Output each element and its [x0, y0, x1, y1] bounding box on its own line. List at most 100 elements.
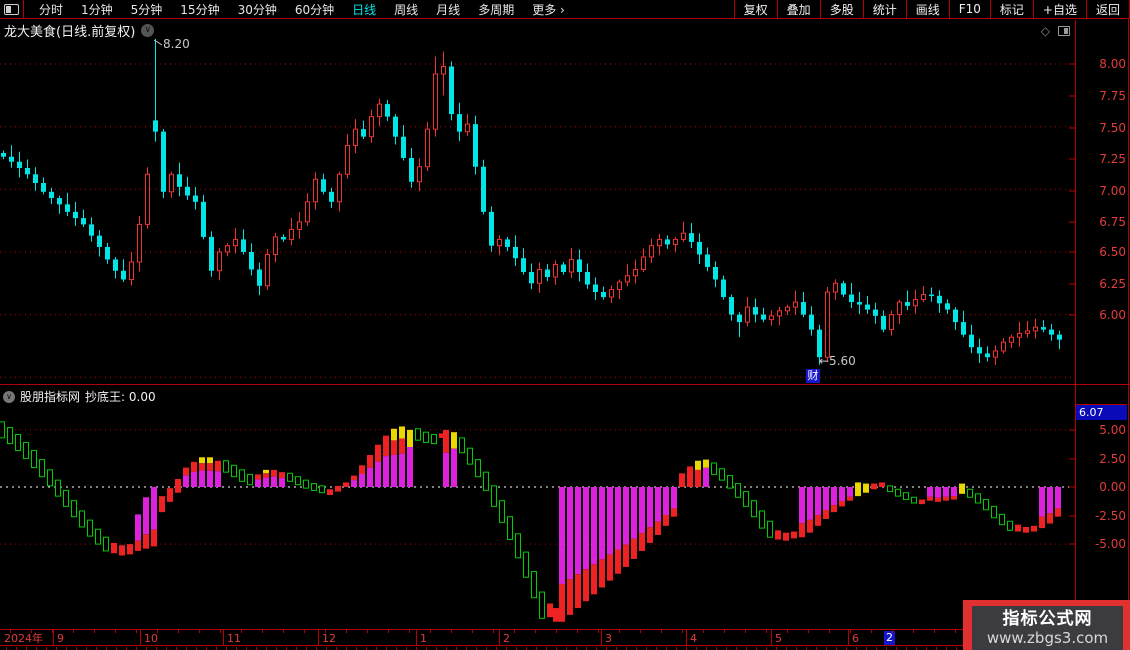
price-axis-label-5: 6.75	[1099, 215, 1126, 229]
indicator-axis-label-1: 2.50	[1099, 452, 1126, 466]
week-tick	[304, 630, 305, 633]
week-tick	[703, 630, 704, 633]
week-tick	[367, 630, 368, 633]
week-tick	[745, 630, 746, 633]
week-tick	[955, 630, 956, 633]
toolbar-period-item-10[interactable]: 更多 ›	[523, 1, 574, 18]
chevron-down-icon[interactable]: ∨	[3, 390, 15, 403]
time-axis-subrow	[0, 646, 1130, 650]
week-tick	[388, 630, 389, 633]
watermark: 指标公式网 www.zbgs3.com	[963, 600, 1130, 650]
week-tick	[682, 630, 683, 633]
week-tick	[451, 630, 452, 633]
week-tick	[94, 630, 95, 633]
month-label-8: 5	[775, 632, 782, 645]
week-tick	[556, 630, 557, 633]
toolbar-tool-item-0[interactable]: 复权	[733, 0, 777, 19]
week-tick	[514, 630, 515, 633]
chart-title-row: 龙大美食(日线.前复权) ∨	[4, 21, 155, 40]
price-axis-label-8: 6.00	[1099, 308, 1126, 322]
year-label: 2024年	[4, 632, 43, 645]
price-axis-label-6: 6.50	[1099, 245, 1126, 259]
indicator-axis-label-2: 0.00	[1099, 480, 1126, 494]
layout-icon[interactable]	[4, 3, 19, 15]
toolbar-period-item-4[interactable]: 30分钟	[229, 1, 286, 18]
week-tick	[535, 630, 536, 633]
week-tick	[262, 630, 263, 633]
watermark-site-name: 指标公式网	[1002, 609, 1093, 629]
week-tick	[472, 630, 473, 633]
week-tick	[766, 630, 767, 633]
week-tick	[10, 630, 11, 633]
month-label-1: 10	[144, 632, 158, 645]
chevron-down-icon[interactable]: ∨	[141, 24, 155, 37]
toolbar-tool-item-7[interactable]: +自选	[1032, 0, 1086, 19]
week-tick	[850, 630, 851, 633]
week-tick	[934, 630, 935, 633]
month-divider	[318, 630, 319, 645]
week-tick	[430, 630, 431, 633]
week-tick	[661, 630, 662, 633]
time-axis[interactable]: 2024年 2 9 10 11 12 1 2 3 4 5 6	[0, 629, 1130, 646]
week-tick	[787, 630, 788, 633]
month-divider	[771, 630, 772, 645]
week-tick	[409, 630, 410, 633]
stock-title: 龙大美食(日线.前复权)	[4, 25, 136, 40]
price-axis-label-7: 6.25	[1099, 277, 1126, 291]
toolbar-period-item-1[interactable]: 1分钟	[72, 1, 122, 18]
month-divider	[53, 630, 54, 645]
split-pane-icon[interactable]	[1058, 26, 1070, 36]
toolbar-tool-item-5[interactable]: F10	[948, 0, 990, 19]
toolbar-period-item-6[interactable]: 日线	[343, 1, 385, 18]
app-window: 分时 1分钟 5分钟 15分钟 30分钟 60分钟 日线 周线 月线 多周期 更多 › 复权 叠加 多股…	[0, 0, 1130, 650]
price-axis-label-0: 8.00	[1099, 57, 1126, 71]
month-label-7: 4	[690, 632, 697, 645]
selected-date-badge: 2	[884, 631, 895, 645]
toolbar-tool-item-3[interactable]: 统计	[862, 0, 906, 19]
week-tick	[913, 630, 914, 633]
week-tick	[808, 630, 809, 633]
month-divider	[848, 630, 849, 645]
month-label-3: 12	[322, 632, 336, 645]
month-divider	[140, 630, 141, 645]
toolbar-tool-item-1[interactable]: 叠加	[776, 0, 820, 19]
month-divider	[601, 630, 602, 645]
week-tick	[157, 630, 158, 633]
price-axis-label-1: 7.75	[1099, 89, 1126, 103]
month-divider	[499, 630, 500, 645]
indicator-header: ∨ 股朋指标网 抄底王: 0.00	[3, 388, 156, 405]
week-tick	[283, 630, 284, 633]
toolbar-tool-item-6[interactable]: 标记	[989, 0, 1033, 19]
price-axis-label-4: 7.00	[1099, 184, 1126, 198]
chart-canvas[interactable]	[0, 0, 1130, 650]
toolbar-period-item-3[interactable]: 15分钟	[171, 1, 228, 18]
diamond-icon[interactable]: ◇	[1041, 24, 1050, 38]
week-tick	[598, 630, 599, 633]
indicator-axis-label-3: -2.50	[1094, 509, 1126, 523]
right-border	[1128, 0, 1129, 650]
week-tick	[892, 630, 893, 633]
week-tick	[73, 630, 74, 633]
toolbar-tool-item-4[interactable]: 画线	[905, 0, 949, 19]
month-label-4: 1	[420, 632, 427, 645]
week-tick	[52, 630, 53, 633]
toolbar-tool-item-8[interactable]: 返回	[1085, 0, 1130, 19]
week-tick	[619, 630, 620, 633]
price-axis-label-3: 7.25	[1099, 152, 1126, 166]
month-label-2: 11	[227, 632, 241, 645]
period-menu: 分时 1分钟 5分钟 15分钟 30分钟 60分钟 日线 周线 月线 多周期 更多 ›	[30, 1, 574, 18]
toolbar-period-item-8[interactable]: 月线	[427, 1, 469, 18]
price-axis-label-2: 7.50	[1099, 121, 1126, 135]
week-tick	[241, 630, 242, 633]
event-tag-badge[interactable]: 财	[806, 369, 820, 383]
week-tick	[577, 630, 578, 633]
toolbar-period-item-9[interactable]: 多周期	[469, 1, 523, 18]
toolbar-period-item-5[interactable]: 60分钟	[286, 1, 343, 18]
toolbar-tool-item-2[interactable]: 多股	[819, 0, 863, 19]
toolbar-period-item-0[interactable]: 分时	[30, 1, 72, 18]
toolbar-period-item-2[interactable]: 5分钟	[122, 1, 172, 18]
week-tick	[199, 630, 200, 633]
low-price-annotation: ←5.60	[819, 354, 856, 368]
toolbar-period-item-7[interactable]: 周线	[385, 1, 427, 18]
month-divider	[223, 630, 224, 645]
